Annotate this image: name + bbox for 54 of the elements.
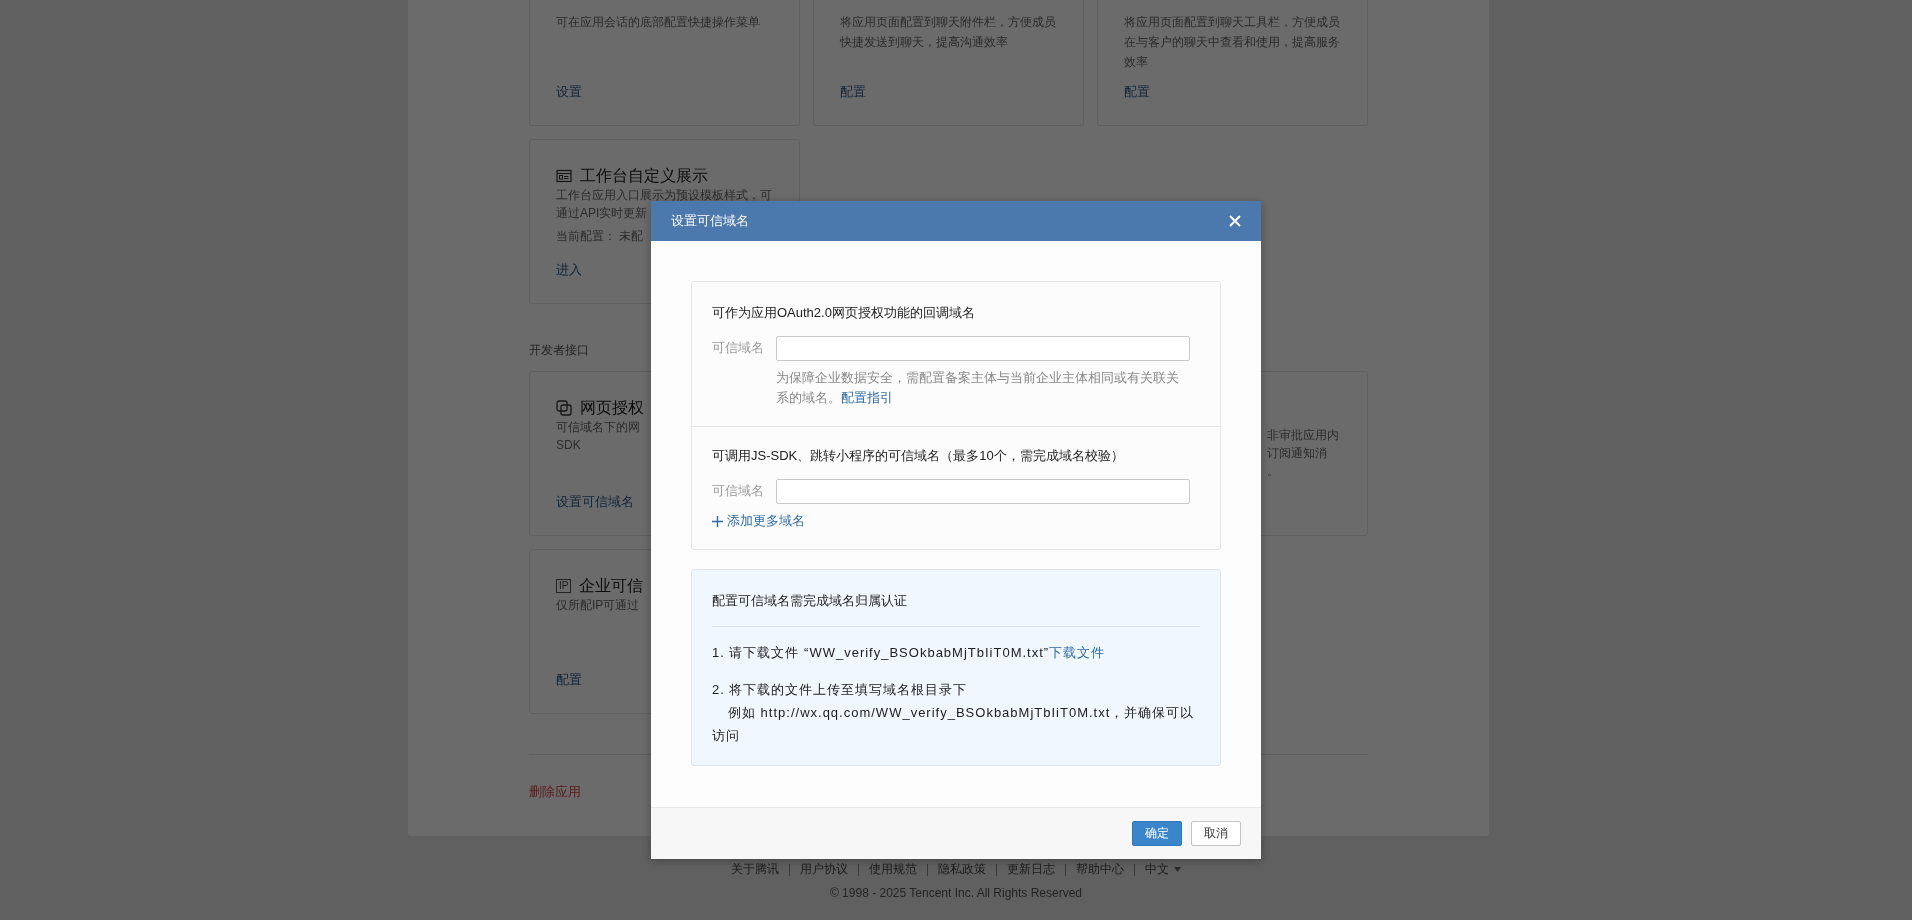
verification-title: 配置可信域名需完成域名归属认证 [712, 591, 908, 610]
close-icon[interactable] [1229, 215, 1241, 227]
card-link[interactable]: 配置 [1124, 83, 1150, 101]
section-label: 开发者接口 [529, 342, 589, 359]
footer-link[interactable]: 更新日志 [1007, 861, 1055, 878]
card-link[interactable]: 配置 [556, 671, 582, 689]
footer-link[interactable]: 关于腾讯 [731, 861, 779, 878]
card-description: 。 [1267, 463, 1279, 480]
domain-input-field[interactable] [776, 336, 1190, 361]
card-description: 快捷发送到聊天，提高沟通效率 [840, 34, 1008, 51]
add-domain-link[interactable]: 添加更多域名 [712, 512, 805, 530]
step-text: 1. 请下载文件 “WW_verify_BSOkbabMjTbIiT0M.txt”下载文件 [712, 643, 1107, 662]
card-description: SDK [556, 437, 581, 454]
help-text: 为保障企业数据安全，需配置备案主体与当前企业主体相同或有关联关系的域名。配置指引 [776, 370, 1180, 407]
guide-link[interactable]: 配置指引 [841, 391, 893, 405]
footer-link[interactable]: 隐私政策 [938, 861, 986, 878]
cancel-button[interactable]: 取消 [1191, 820, 1241, 846]
card-description: 通过API实时更新 [556, 205, 648, 222]
step-text: 2. 将下载的文件上传至填写域名根目录下 [712, 680, 969, 699]
download-link[interactable]: 下载文件 [1049, 644, 1106, 660]
delete-app-link[interactable]: 删除应用 [529, 783, 581, 801]
caret-icon [1174, 867, 1181, 872]
copyright: © 1998 - 2025 Tencent Inc. All Rights Reserved [828, 886, 1084, 900]
card-link[interactable]: 设置 [556, 83, 582, 101]
footer-link[interactable]: 帮助中心 [1076, 861, 1124, 878]
panel-icon [556, 168, 572, 184]
language-select[interactable]: 中文 [1145, 861, 1181, 878]
layers-icon [556, 400, 572, 416]
card-description: 可在应用会话的底部配置快捷操作菜单 [556, 14, 760, 31]
card-link[interactable]: 进入 [556, 261, 582, 279]
card-description: 工作台应用入口展示为预设模板样式，可 [556, 187, 772, 204]
plus-icon [712, 515, 723, 527]
footer-link[interactable]: 使用规范 [869, 861, 917, 878]
dialog-title: 设置可信域名 [671, 212, 749, 230]
card-title: 工作台自定义展示 [580, 165, 708, 186]
card-description: 在与客户的聊天中查看和使用，提高服务 [1124, 34, 1340, 51]
card-description: 仅所配IP可通过 [556, 597, 640, 614]
section-heading: 可作为应用OAuth2.0网页授权功能的回调域名 [712, 304, 976, 322]
card-description: 效率 [1124, 54, 1148, 71]
section-heading: 可调用JS-SDK、跳转小程序的可信域名（最多10个，需完成域名校验） [712, 447, 1125, 465]
card-description: 可信域名下的网 [556, 419, 640, 436]
card-description: 订阅通知消 [1267, 445, 1327, 462]
card-link[interactable]: 配置 [840, 83, 866, 101]
card-link[interactable]: 设置可信域名 [556, 493, 634, 511]
card-title: 企业可信 [579, 575, 644, 596]
confirm-button[interactable]: 确定 [1132, 820, 1182, 846]
card-description: 非审批应用内 [1267, 427, 1339, 444]
tag-icon: IP [556, 579, 572, 593]
field-label: 可信域名 [712, 483, 765, 500]
card-title: 网页授权 [580, 397, 644, 418]
step-detail: 例如 http://wx.qq.com/WW_verify_BSOkbabMjTbIiT0M.txt，并确保可以访问 [712, 703, 1196, 745]
footer-link[interactable]: 用户协议 [800, 861, 848, 878]
domain-input-field[interactable] [776, 479, 1190, 504]
field-label: 可信域名 [712, 340, 765, 357]
